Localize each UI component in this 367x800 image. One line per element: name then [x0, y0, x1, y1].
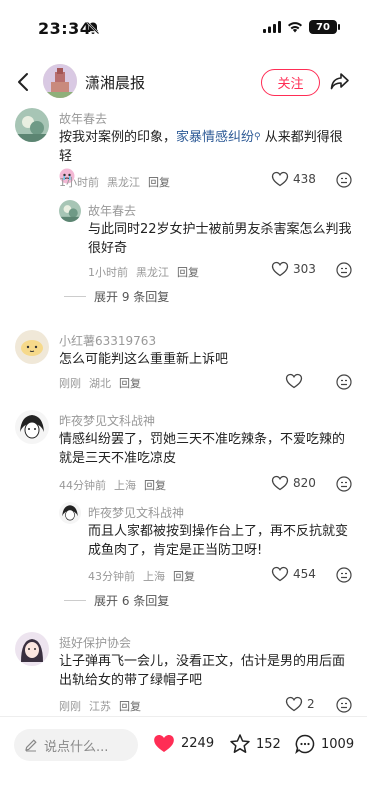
- bell-mute-icon: [86, 21, 100, 35]
- comment-region: 上海: [143, 570, 165, 583]
- like-count: 438: [293, 172, 316, 186]
- divider: [64, 600, 86, 601]
- like-count: 2: [307, 697, 315, 711]
- comment-username[interactable]: 小红薯63319763: [59, 332, 156, 349]
- like-button[interactable]: 2: [285, 696, 315, 712]
- like-count: 454: [293, 567, 316, 581]
- expand-replies-label: 展开 9 条回复: [94, 290, 170, 304]
- comment-username[interactable]: 故年春去: [59, 110, 107, 127]
- publisher-avatar[interactable]: [43, 64, 77, 98]
- comment-region: 黑龙江: [136, 266, 169, 279]
- comment-time: 43分钟前: [88, 570, 135, 583]
- comment-username[interactable]: 故年春去: [88, 202, 136, 219]
- comment-meta: 1小时前 黑龙江 回复: [88, 264, 207, 280]
- heart-icon: [285, 373, 303, 389]
- heart-icon: [271, 475, 289, 491]
- status-bar: 23:34 70: [0, 0, 367, 60]
- comment-text: 让子弹再飞一会儿，没看正文，估计是男的用后面出轨给女的带了绿帽子吧: [59, 654, 346, 688]
- pencil-icon: [25, 739, 37, 752]
- publisher-name[interactable]: 潇湘晨报: [85, 72, 145, 93]
- bottom-action-bar: 说点什么... 2249 152 1009: [0, 716, 367, 800]
- battery-indicator: 70: [309, 20, 340, 34]
- comment-input-placeholder: 说点什么...: [44, 739, 109, 755]
- like-article-button[interactable]: 2249: [152, 733, 214, 754]
- back-arrow-icon[interactable]: [14, 70, 34, 94]
- user-avatar[interactable]: [59, 200, 81, 222]
- user-avatar[interactable]: [15, 108, 49, 142]
- reply-button[interactable]: 回复: [148, 176, 170, 189]
- reply-button[interactable]: 回复: [119, 700, 141, 713]
- dislike-face-icon[interactable]: [336, 172, 352, 188]
- comment-time: 1小时前: [88, 266, 128, 279]
- dislike-face-icon[interactable]: [336, 476, 352, 492]
- comment-time: 1小时前: [59, 176, 99, 189]
- comment-region: 黑龙江: [107, 176, 140, 189]
- heart-icon: [271, 171, 289, 187]
- like-button[interactable]: 303: [271, 261, 316, 277]
- comment-username[interactable]: 挺好保护协会: [59, 634, 131, 651]
- like-button[interactable]: 438: [271, 171, 316, 187]
- comment-time: 刚刚: [59, 377, 81, 390]
- heart-icon: [285, 696, 303, 712]
- comment-text: 与此同时22岁女护士被前男友杀害案怎么判我很好奇: [88, 222, 352, 256]
- user-avatar[interactable]: [15, 330, 49, 364]
- follow-button[interactable]: 关注: [261, 69, 320, 96]
- reply-button[interactable]: 回复: [144, 479, 166, 492]
- status-time: 23:34: [38, 19, 92, 38]
- star-icon: [230, 734, 250, 753]
- comment-count: 1009: [321, 736, 355, 752]
- comment-text: 情感纠纷罢了，罚她三天不准吃辣条，不爱吃辣的就是三天不准吃凉皮: [59, 432, 346, 466]
- like-button[interactable]: 820: [271, 475, 316, 491]
- comments-button[interactable]: 1009: [294, 733, 354, 755]
- comment-text: 而且人家都被按到操作台上了，再不反抗就变成鱼肉了，肯定是正当防卫呀!: [88, 524, 349, 558]
- favorite-count: 152: [256, 736, 281, 752]
- like-count: 303: [293, 262, 316, 276]
- topic-link[interactable]: 家暴情感纠纷: [176, 130, 254, 145]
- favorite-button[interactable]: 152: [229, 733, 281, 755]
- comment-region: 上海: [114, 479, 136, 492]
- comment-region: 江苏: [89, 700, 111, 713]
- comment-meta: 1小时前 黑龙江 回复: [59, 174, 178, 190]
- like-count: 820: [293, 476, 316, 490]
- comment-region: 湖北: [89, 377, 111, 390]
- comment-meta: 43分钟前 上海 回复: [88, 568, 203, 584]
- user-avatar[interactable]: [59, 502, 81, 524]
- expand-replies-button[interactable]: 展开 9 条回复: [64, 288, 169, 305]
- comment-time: 刚刚: [59, 700, 81, 713]
- signal-icon: [263, 21, 281, 33]
- comment-bubble-icon: [295, 734, 315, 755]
- expand-replies-label: 展开 6 条回复: [94, 594, 170, 608]
- expand-replies-button[interactable]: 展开 6 条回复: [64, 592, 169, 609]
- comment-time: 44分钟前: [59, 479, 106, 492]
- comment-meta: 刚刚 湖北 回复: [59, 375, 149, 391]
- dislike-face-icon[interactable]: [336, 262, 352, 278]
- user-avatar[interactable]: [15, 410, 49, 444]
- divider: [64, 296, 86, 297]
- article-header: 潇湘晨报 关注: [0, 60, 367, 104]
- share-icon[interactable]: [329, 70, 351, 92]
- comment-username[interactable]: 昨夜梦见文科战神: [88, 504, 184, 521]
- comment-meta: 刚刚 江苏 回复: [59, 698, 149, 714]
- heart-icon: [271, 261, 289, 277]
- dislike-face-icon[interactable]: [336, 697, 352, 713]
- comment-username[interactable]: 昨夜梦见文科战神: [59, 412, 155, 429]
- comment-text-before: 按我对案例的印象，: [59, 130, 177, 145]
- dislike-face-icon[interactable]: [336, 374, 352, 390]
- comment-meta: 44分钟前 上海 回复: [59, 477, 174, 493]
- comment-text: 怎么可能判这么重重新上诉吧: [59, 352, 229, 367]
- reply-button[interactable]: 回复: [177, 266, 199, 279]
- reply-button[interactable]: 回复: [173, 570, 195, 583]
- reply-button[interactable]: 回复: [119, 377, 141, 390]
- comment-input[interactable]: 说点什么...: [14, 729, 138, 761]
- article-like-count: 2249: [181, 736, 215, 751]
- user-avatar[interactable]: [15, 632, 49, 666]
- heart-filled-icon: [154, 734, 174, 753]
- heart-icon: [271, 566, 289, 582]
- like-button[interactable]: [285, 373, 307, 389]
- search-small-icon: ⚲: [254, 132, 261, 142]
- dislike-face-icon[interactable]: [336, 567, 352, 583]
- like-button[interactable]: 454: [271, 566, 316, 582]
- wifi-icon: [288, 22, 302, 33]
